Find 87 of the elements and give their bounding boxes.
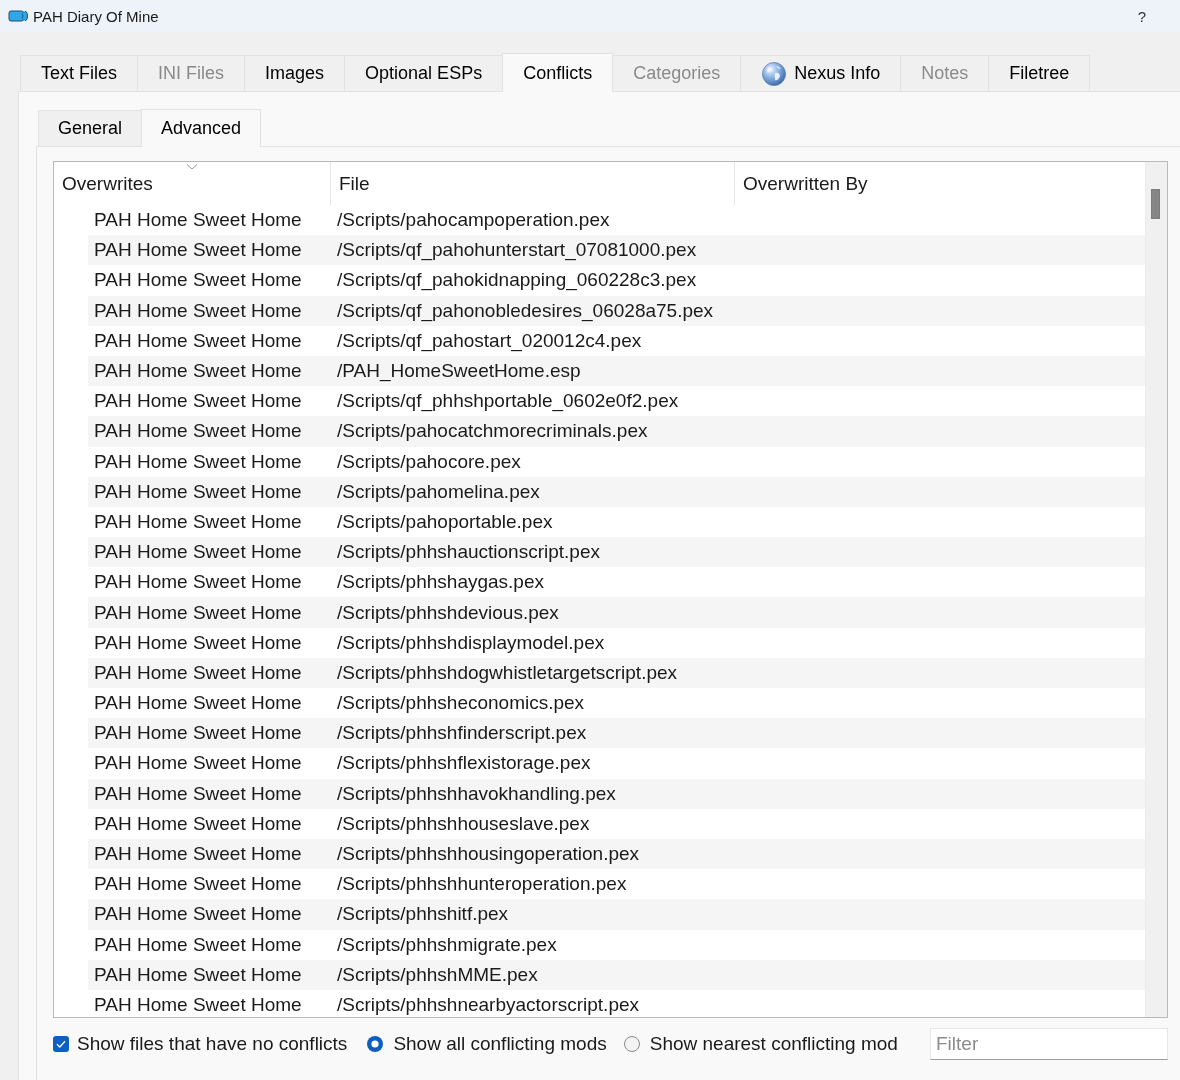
table-cell-text: /Scripts/pahoportable.pex <box>336 509 554 534</box>
tab[interactable]: Filetree <box>988 55 1091 91</box>
table-cell-text: /Scripts/phhshflexistorage.pex <box>336 751 592 776</box>
table-cell-text: /Scripts/qf_pahohunterstart_07081000.pex <box>336 238 698 263</box>
table-cell-text: PAH Home Sweet Home <box>93 630 303 655</box>
table-cell-text: PAH Home Sweet Home <box>93 328 303 353</box>
table-cell-text: /Scripts/phhshMME.pex <box>336 962 539 987</box>
tab[interactable]: Advanced <box>141 109 262 147</box>
table-cell-text: /Scripts/qf_pahostart_020012c4.pex <box>336 328 643 353</box>
table-cell-text: /PAH_HomeSweetHome.esp <box>336 359 582 384</box>
table-cell-text: PAH Home Sweet Home <box>93 902 303 927</box>
table-cell-text: /Scripts/qf_phhshportable_0602e0f2.pex <box>336 389 680 414</box>
table-cell-text: PAH Home Sweet Home <box>93 992 303 1017</box>
radio-button[interactable] <box>367 1036 384 1052</box>
table-row[interactable]: PAH Home Sweet Home /Scripts/phhshMME.pex <box>88 959 1145 990</box>
table-cell-text: PAH Home Sweet Home <box>93 208 303 233</box>
table-cell-text: PAH Home Sweet Home <box>93 962 303 987</box>
table-cell-text: /Scripts/phhshhavokhandling.pex <box>336 781 617 806</box>
table-cell-text: /Scripts/pahocampoperation.pex <box>336 208 611 233</box>
tab[interactable]: Conflicts <box>502 53 614 92</box>
globe-icon <box>762 61 787 86</box>
table-cell-text: PAH Home Sweet Home <box>93 268 303 293</box>
table-cell-text: PAH Home Sweet Home <box>93 600 303 625</box>
table-row[interactable]: PAH Home Sweet Home /Scripts/phhshfinderscript.pex <box>88 718 1145 749</box>
table-cell-text: /Scripts/qf_pahokidnapping_060228c3.pex <box>336 268 698 293</box>
table-cell-text: PAH Home Sweet Home <box>93 449 303 474</box>
table-row[interactable]: PAH Home Sweet Home /Scripts/phhshdogwhistletargetscript.pex <box>88 657 1145 688</box>
table-cell-text: /Scripts/qf_pahonobledesires_06028a75.pex <box>336 298 715 323</box>
table-cell-text: PAH Home Sweet Home <box>93 389 303 414</box>
radio-label[interactable]: Show nearest conflicting mod <box>649 1033 898 1055</box>
table-cell-text: PAH Home Sweet Home <box>93 509 303 534</box>
table-row[interactable]: PAH Home Sweet Home /Scripts/qf_pahonobledesires_06028a75.pex <box>88 295 1145 326</box>
radio-label[interactable]: Show all conflicting mods <box>393 1033 607 1055</box>
table-row[interactable]: PAH Home Sweet Home /Scripts/phhshauctionscript.pex <box>88 537 1145 568</box>
table-row[interactable]: PAH Home Sweet Home /Scripts/pahocatchmorecriminals.pex <box>88 416 1145 447</box>
table-cell-text: /Scripts/phhshhouseslave.pex <box>336 811 591 836</box>
filter-field[interactable]: Filter <box>930 1028 1168 1060</box>
table-cell-text: /Scripts/pahomelina.pex <box>336 479 541 504</box>
table-cell-text: PAH Home Sweet Home <box>93 359 303 384</box>
table-row[interactable]: PAH Home Sweet Home /Scripts/phhshhousingoperation.pex <box>88 838 1145 870</box>
radio-button[interactable] <box>623 1036 640 1052</box>
tab[interactable]: General <box>38 110 143 146</box>
table-cell-text: /Scripts/phhshdevious.pex <box>336 600 560 625</box>
table-cell-text: PAH Home Sweet Home <box>93 811 303 836</box>
column-header[interactable]: Overwritten By <box>735 162 1145 205</box>
table-cell-text: PAH Home Sweet Home <box>93 932 303 957</box>
table-cell-text: /Scripts/phhshaygas.pex <box>336 570 545 595</box>
table-cell-text: PAH Home Sweet Home <box>93 238 303 263</box>
table-cell-text: PAH Home Sweet Home <box>93 540 303 565</box>
table-row[interactable]: PAH Home Sweet Home /PAH_HomeSweetHome.esp <box>88 355 1145 387</box>
scrollbar-thumb[interactable] <box>1151 189 1160 219</box>
table-row[interactable]: PAH Home Sweet Home /Scripts/phhshdevious.pex <box>88 597 1145 628</box>
sort-caret-icon <box>186 164 198 170</box>
table-cell-text: PAH Home Sweet Home <box>93 781 303 806</box>
table-cell-text: PAH Home Sweet Home <box>93 570 303 595</box>
checkbox-label[interactable]: Show files that have no conflicts <box>77 1033 348 1055</box>
table-cell-text: /Scripts/pahocore.pex <box>336 449 522 474</box>
table-cell-text: PAH Home Sweet Home <box>93 479 303 504</box>
table-cell-text: PAH Home Sweet Home <box>93 691 303 716</box>
table-cell-text: PAH Home Sweet Home <box>93 842 303 867</box>
app-logo-icon <box>8 10 28 22</box>
table-cell-text: PAH Home Sweet Home <box>93 721 303 746</box>
table-cell-text: PAH Home Sweet Home <box>93 872 303 897</box>
table-cell-text: /Scripts/phhshauctionscript.pex <box>336 540 601 565</box>
window-title: PAH Diary Of Mine <box>33 7 159 25</box>
table-cell-text: /Scripts/phhshdogwhistletargetscript.pex <box>336 660 679 685</box>
tab[interactable]: Text Files <box>20 55 139 91</box>
table-row[interactable]: PAH Home Sweet Home /Scripts/qf_pahohunterstart_07081000.pex <box>88 235 1145 266</box>
table-row[interactable]: PAH Home Sweet Home /Scripts/phhshhavokhandling.pex <box>88 778 1145 809</box>
table-row[interactable]: PAH Home Sweet Home /Scripts/phhshitf.pex <box>88 899 1145 930</box>
table-cell-text: /Scripts/phhshhousingoperation.pex <box>336 842 641 867</box>
table-cell-text: /Scripts/pahocatchmorecriminals.pex <box>336 419 649 444</box>
table-cell-text: /Scripts/phhsheconomics.pex <box>336 691 586 716</box>
scrollbar[interactable] <box>1145 162 1167 1017</box>
table-cell-text: /Scripts/phhshnearbyactorscript.pex <box>336 992 641 1017</box>
table-cell-text: /Scripts/phhshfinderscript.pex <box>336 721 588 746</box>
table-cell-text: PAH Home Sweet Home <box>93 660 303 685</box>
table-row[interactable]: PAH Home Sweet Home /Scripts/pahomelina.pex <box>88 476 1145 507</box>
table-cell-text: /Scripts/phhshdisplaymodel.pex <box>336 630 606 655</box>
checkbox[interactable] <box>53 1036 69 1052</box>
table-cell-text: PAH Home Sweet Home <box>93 751 303 776</box>
table-cell-text: /Scripts/phhshhunteroperation.pex <box>336 872 628 897</box>
table-cell-text: PAH Home Sweet Home <box>93 298 303 323</box>
table-cell-text: /Scripts/phhshmigrate.pex <box>336 932 558 957</box>
table-cell-text: /Scripts/phhshitf.pex <box>336 902 510 927</box>
help-button[interactable]: ? <box>1133 7 1150 25</box>
table-cell-text: PAH Home Sweet Home <box>93 419 303 444</box>
